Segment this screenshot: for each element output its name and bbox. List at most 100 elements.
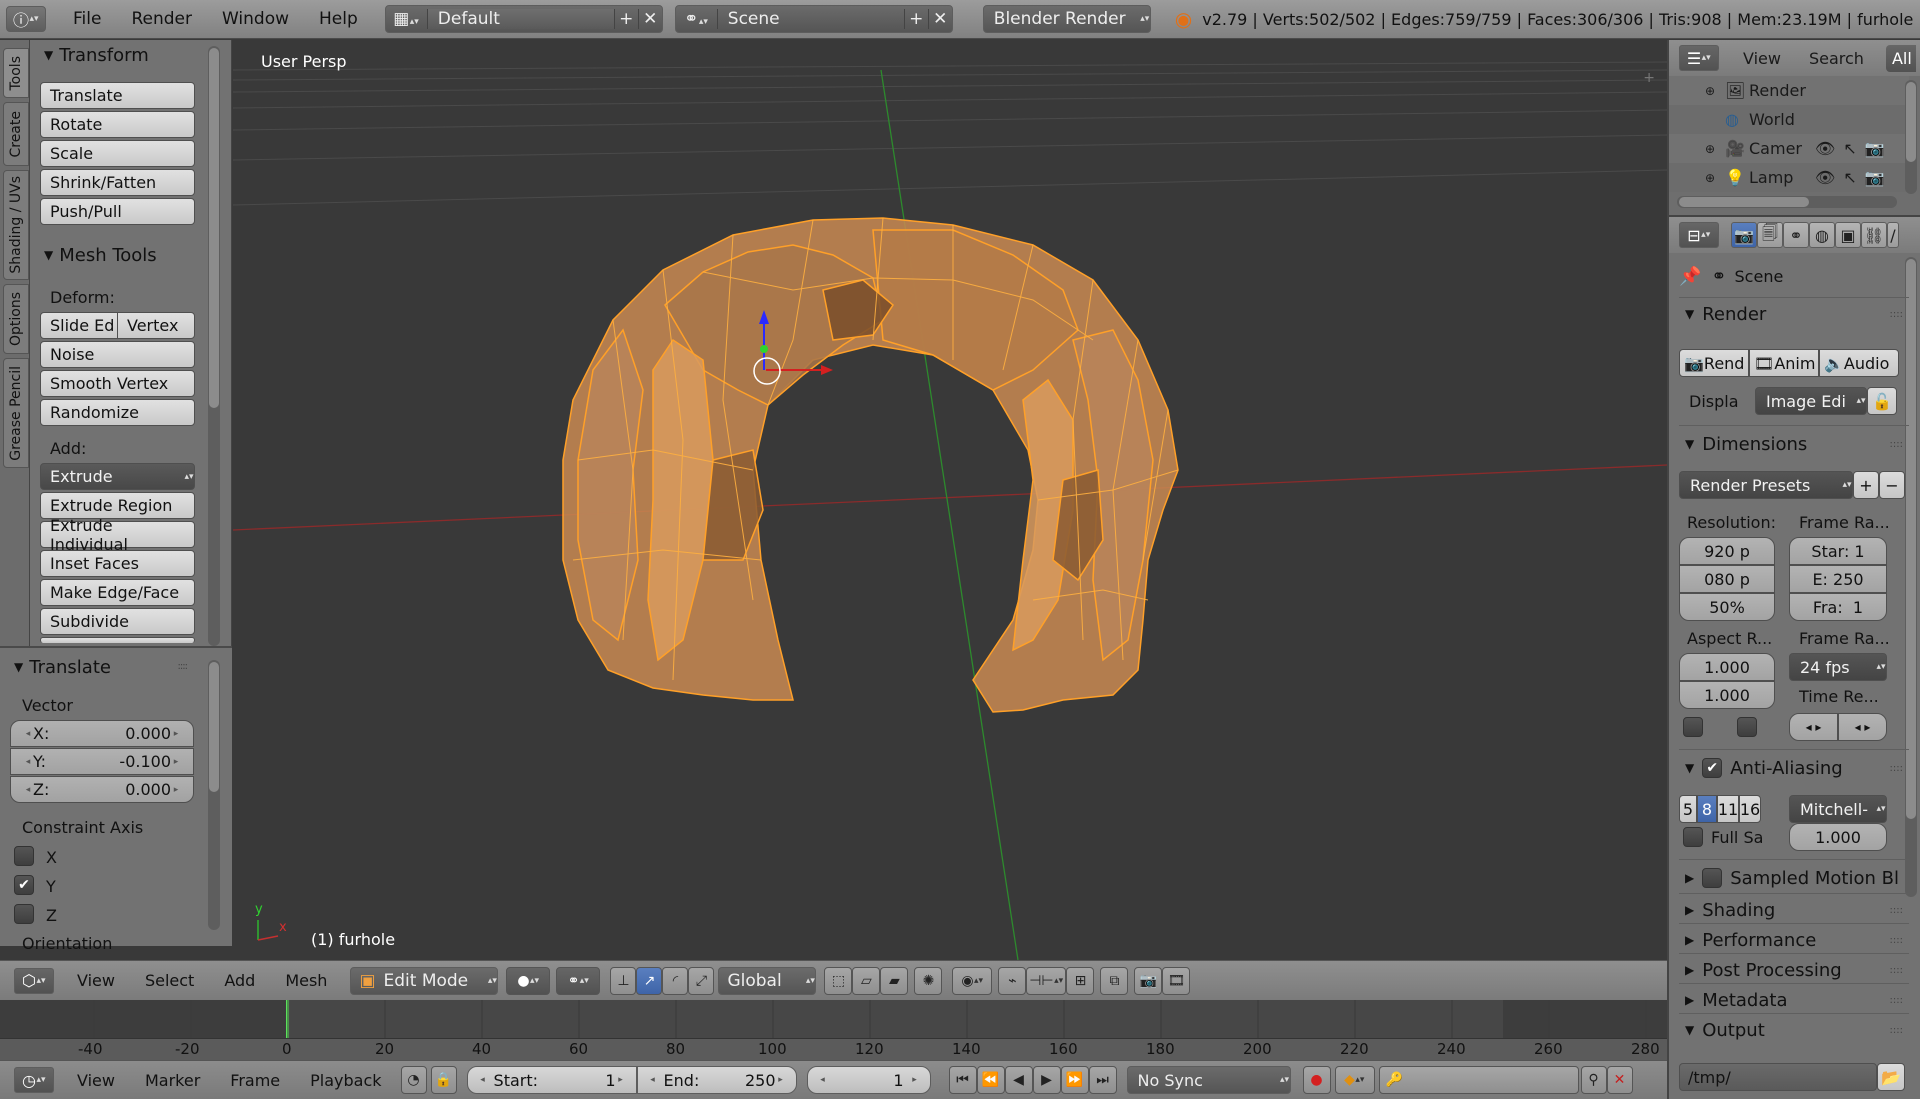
outliner-item-world[interactable]: ◍ World [1669, 105, 1909, 134]
aa-filter-dropdown[interactable]: Mitchell- ▴▾ [1789, 795, 1887, 823]
crop-checkbox[interactable] [1737, 717, 1757, 737]
lock-range-icon[interactable]: 🔒 [430, 1066, 457, 1094]
frame-end-field[interactable]: E: 250 [1789, 565, 1887, 593]
expand-icon[interactable]: ⊕ [1705, 142, 1725, 156]
randomize-button[interactable]: Randomize [40, 399, 195, 426]
border-checkbox[interactable] [1683, 717, 1703, 737]
jump-end-icon[interactable]: ⏭ [1088, 1066, 1117, 1094]
start-frame-field[interactable]: ◂ Start: 1 ▸ [466, 1066, 637, 1094]
rotate-button[interactable]: Rotate [40, 111, 195, 138]
aa-filter-size-field[interactable]: 1.000 [1789, 823, 1887, 851]
scene-selector[interactable]: ⚭▴▾ Scene + ✕ [674, 5, 953, 33]
scale-button[interactable]: Scale [40, 140, 195, 167]
vector-x-field[interactable]: ◂ X: 0.000 ▸ [10, 720, 194, 747]
menu-file[interactable]: File [58, 9, 116, 29]
expand-icon[interactable]: ⊕ [1705, 171, 1725, 185]
preview-range-icon[interactable]: ◔ [400, 1066, 427, 1094]
current-frame-field[interactable]: ◂ 1 ▸ [806, 1066, 931, 1094]
menu-select[interactable]: Select [130, 971, 209, 990]
aa-samples-8[interactable]: 8 [1697, 795, 1717, 823]
constraint-y-checkbox[interactable]: ✔ [14, 875, 34, 895]
slide-edge-button[interactable]: Slide Ed [40, 312, 118, 339]
post-processing-panel-header[interactable]: ▶ Post Processing:::: [1679, 955, 1909, 985]
remove-scene-icon[interactable]: ✕ [927, 9, 952, 29]
rotate-manipulator-icon[interactable]: ◜ [662, 966, 689, 995]
outliner-display-dropdown[interactable]: All S [1885, 44, 1916, 72]
render-panel-header[interactable]: ▼ Render:::: [1679, 299, 1909, 329]
frame-step-field[interactable]: Fra: 1 [1789, 593, 1887, 621]
tab-options[interactable]: Options [3, 284, 29, 354]
face-select-icon[interactable]: ▰ [880, 966, 909, 995]
keying-set-field[interactable]: 🔑 [1378, 1066, 1579, 1094]
aspect-x-field[interactable]: 1.000 [1679, 653, 1775, 681]
end-frame-field[interactable]: ◂ End: 250 ▸ [636, 1066, 797, 1094]
properties-scrollbar[interactable] [1905, 257, 1917, 897]
properties-editor-type-icon[interactable]: ⊟ ▴▾ [1679, 222, 1719, 248]
selectable-cursor-icon[interactable]: ↖ [1843, 139, 1856, 158]
selectable-cursor-icon[interactable]: ↖ [1843, 168, 1856, 187]
visibility-eye-icon[interactable]: 👁 [1815, 168, 1835, 187]
smooth-vertex-button[interactable]: Smooth Vertex [40, 370, 195, 397]
insert-keyframe-icon[interactable]: ⚲ [1580, 1066, 1607, 1094]
outliner-item-camera[interactable]: ⊕🎥Camera 👁 ↖ 📷 [1669, 134, 1909, 163]
add-scene-icon[interactable]: + [903, 9, 928, 29]
performance-panel-header[interactable]: ▶ Performance:::: [1679, 925, 1909, 955]
snap-element-dropdown[interactable]: ⊣⊢ ▴▾ [1026, 966, 1067, 995]
menu-add[interactable]: Add [209, 971, 270, 990]
extrude-individual-button[interactable]: Extrude Individual [40, 516, 195, 554]
scale-manipulator-icon[interactable]: ⤢ [688, 966, 715, 995]
dimensions-panel-header[interactable]: ▼ Dimensions:::: [1679, 429, 1909, 459]
viewport-shading-dropdown[interactable]: ● ▴▾ [506, 966, 551, 995]
pin-icon[interactable]: 📌 [1679, 266, 1701, 287]
editor-type-icon[interactable]: ⬡ ▴▾ [14, 967, 54, 994]
info-editor-type-icon[interactable]: ⓘ ▴▾ [6, 6, 46, 32]
opengl-render-icon[interactable]: ⧉ [1100, 966, 1129, 995]
resolution-percent-slider[interactable]: 50% [1679, 593, 1775, 621]
frame-start-field[interactable]: Star: 1 [1789, 537, 1887, 565]
manipulator-toggle-icon[interactable]: ⊥ [610, 966, 637, 995]
hidden-tool-button[interactable] [40, 637, 195, 643]
output-panel-header[interactable]: ▼ Output:::: [1679, 1015, 1909, 1045]
transform-panel-header[interactable]: ▼Transform:::: [30, 40, 225, 70]
mesh-furhole[interactable] [562, 217, 1179, 713]
translate-button[interactable]: Translate [40, 82, 195, 109]
3d-viewport[interactable]: User Persp y x (1) furhole + [233, 40, 1667, 960]
outliner-menu-view[interactable]: View [1743, 49, 1781, 68]
vector-y-field[interactable]: ◂ Y: -0.100 ▸ [10, 748, 194, 775]
lock-interface-button[interactable]: 🔓 [1867, 387, 1897, 415]
menu-window[interactable]: Window [207, 9, 304, 29]
sampled-motion-blur-panel-header[interactable]: ▶ Sampled Motion Bl [1679, 863, 1909, 893]
occlude-geometry-icon[interactable]: ✺ [914, 966, 943, 995]
resolution-y-field[interactable]: 080 p [1679, 565, 1775, 593]
menu-view[interactable]: View [62, 971, 130, 990]
aa-samples-5[interactable]: 5 [1679, 795, 1697, 823]
aspect-y-field[interactable]: 1.000 [1679, 681, 1775, 709]
browse-folder-button[interactable]: 📂 [1877, 1063, 1905, 1091]
world-context-icon[interactable]: ◍ [1809, 222, 1835, 248]
add-preset-button[interactable]: + [1853, 471, 1879, 499]
noise-button[interactable]: Noise [40, 341, 195, 368]
tab-create[interactable]: Create [3, 102, 29, 166]
outliner-item-lamp[interactable]: ⊕ 💡 Lamp 👁 ↖ 📷 [1669, 163, 1909, 192]
mesh-tools-panel-header[interactable]: ▼Mesh Tools:::: [30, 240, 225, 270]
vertex-select-icon[interactable]: ⬚ [824, 966, 853, 995]
mode-dropdown[interactable]: ▣ Edit Mode ▴▾ [350, 966, 499, 995]
timeline-editor-type-icon[interactable]: ◷ ▴▾ [14, 1067, 54, 1093]
extrude-dropdown[interactable]: Extrude ▴▾ [40, 463, 195, 490]
outliner-hscrollbar[interactable] [1677, 196, 1897, 208]
time-remap-old-field[interactable]: ◂ ▸ [1789, 713, 1838, 741]
anti-aliasing-checkbox[interactable]: ✔ [1702, 758, 1723, 778]
proportional-edit-dropdown[interactable]: ◉ ▴▾ [952, 966, 993, 995]
menu-mesh[interactable]: Mesh [270, 971, 342, 990]
timeline-area[interactable]: -40 -20 0 20 40 60 80 100 120 140 160 18… [0, 1000, 1667, 1060]
keying-set-dropdown[interactable]: ◆ ▴▾ [1334, 1066, 1375, 1094]
menu-timeline-view[interactable]: View [62, 1071, 130, 1090]
toolshelf-scrollbar[interactable] [208, 46, 220, 646]
render-layers-context-icon[interactable]: 🗐 [1757, 222, 1783, 248]
anti-aliasing-panel-header[interactable]: ▼ ✔ Anti-Aliasing:::: [1679, 753, 1909, 783]
outliner-editor-type-icon[interactable]: ☰ ▴▾ [1679, 45, 1719, 71]
camera-render-icon[interactable]: 📷 [1134, 966, 1163, 995]
push-pull-button[interactable]: Push/Pull [40, 198, 195, 225]
animation-render-icon[interactable]: 🎞 [1162, 966, 1191, 995]
object-context-icon[interactable]: ▣ [1835, 222, 1861, 248]
